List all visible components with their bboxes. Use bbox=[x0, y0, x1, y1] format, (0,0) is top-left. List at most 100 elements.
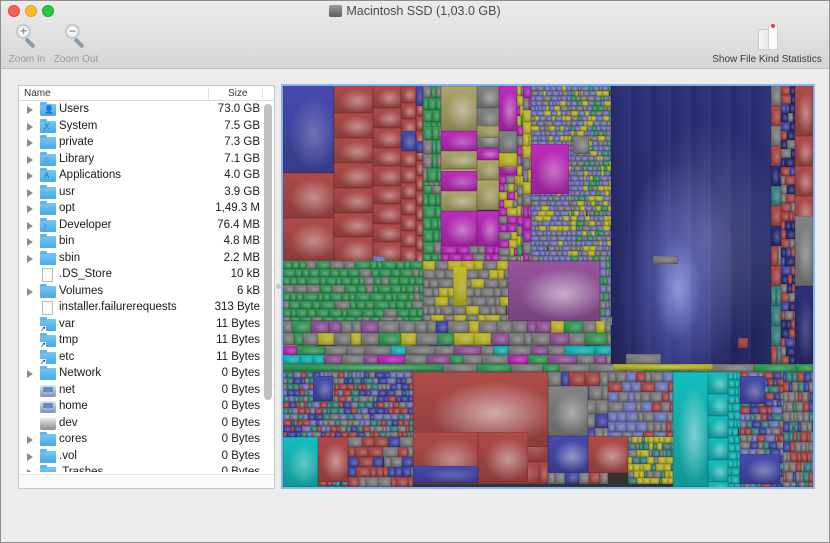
treemap-cell[interactable] bbox=[585, 333, 607, 345]
treemap-cell[interactable] bbox=[783, 442, 790, 452]
treemap-cell[interactable] bbox=[593, 355, 606, 364]
treemap-cell[interactable] bbox=[474, 288, 481, 297]
disclosure-triangle-icon[interactable] bbox=[27, 469, 33, 472]
treemap-cell[interactable] bbox=[303, 293, 318, 301]
treemap-cell[interactable] bbox=[332, 285, 345, 293]
treemap-cell[interactable] bbox=[340, 321, 352, 333]
treemap-cell[interactable] bbox=[622, 402, 637, 412]
treemap-cell[interactable] bbox=[596, 400, 608, 414]
treemap-cell[interactable] bbox=[441, 131, 477, 151]
treemap-cell[interactable] bbox=[635, 372, 645, 382]
treemap-cell[interactable] bbox=[608, 372, 617, 382]
treemap-cell[interactable] bbox=[457, 246, 470, 254]
outline-row-opt[interactable]: opt 1,49.3 M bbox=[19, 201, 262, 218]
treemap-cell[interactable] bbox=[486, 297, 496, 306]
treemap-cell[interactable] bbox=[423, 140, 432, 154]
treemap-cell[interactable] bbox=[401, 199, 416, 215]
treemap-cell[interactable] bbox=[361, 309, 374, 317]
treemap-cell[interactable] bbox=[785, 230, 795, 239]
treemap-cell[interactable] bbox=[348, 477, 359, 487]
treemap-cell[interactable] bbox=[644, 372, 652, 382]
treemap-cell[interactable] bbox=[781, 266, 791, 275]
treemap-cell[interactable] bbox=[423, 242, 435, 254]
treemap-cell[interactable] bbox=[443, 364, 477, 372]
treemap-cell[interactable] bbox=[646, 422, 654, 432]
treemap-cell[interactable] bbox=[728, 380, 735, 388]
treemap-cell[interactable] bbox=[308, 269, 320, 277]
treemap-cell[interactable] bbox=[628, 450, 637, 457]
treemap-cell[interactable] bbox=[423, 297, 435, 306]
treemap-cell[interactable] bbox=[585, 372, 600, 386]
treemap-cell[interactable] bbox=[441, 151, 477, 169]
treemap-cell[interactable] bbox=[423, 110, 433, 122]
treemap-cell[interactable] bbox=[373, 224, 401, 242]
treemap-cell[interactable] bbox=[497, 279, 508, 288]
treemap-cell[interactable] bbox=[401, 333, 417, 345]
treemap-cell[interactable] bbox=[283, 293, 291, 301]
treemap-cell[interactable] bbox=[293, 285, 307, 293]
treemap-cell[interactable] bbox=[508, 261, 600, 321]
treemap-cell[interactable] bbox=[641, 392, 651, 402]
treemap-cell[interactable] bbox=[642, 478, 651, 484]
treemap-cell[interactable] bbox=[382, 261, 396, 269]
treemap-cell[interactable] bbox=[296, 277, 307, 285]
treemap-cell[interactable] bbox=[489, 270, 499, 279]
treemap-cell[interactable] bbox=[416, 161, 423, 176]
treemap-cell[interactable] bbox=[283, 321, 292, 333]
treemap-cell[interactable] bbox=[499, 176, 506, 184]
treemap-cell[interactable] bbox=[416, 191, 423, 206]
treemap-cell[interactable] bbox=[764, 435, 775, 442]
treemap-cell[interactable] bbox=[785, 158, 795, 167]
treemap-cell[interactable] bbox=[482, 355, 509, 364]
treemap-cell[interactable] bbox=[499, 224, 508, 232]
treemap-cell[interactable] bbox=[291, 261, 299, 269]
treemap-cell[interactable] bbox=[334, 213, 373, 237]
treemap-cell[interactable] bbox=[368, 447, 384, 457]
treemap-cell[interactable] bbox=[441, 171, 477, 191]
treemap-cell[interactable] bbox=[401, 151, 416, 167]
treemap-cell[interactable] bbox=[503, 200, 514, 208]
treemap-cell[interactable] bbox=[589, 386, 602, 400]
treemap-cell[interactable] bbox=[781, 86, 790, 95]
treemap-cell[interactable] bbox=[803, 462, 812, 472]
treemap-cell[interactable] bbox=[310, 321, 329, 333]
treemap-cell[interactable] bbox=[477, 148, 499, 160]
disclosure-triangle-icon[interactable] bbox=[27, 370, 33, 378]
treemap-cell[interactable] bbox=[383, 457, 391, 467]
treemap-cell[interactable] bbox=[334, 113, 373, 138]
treemap-cell[interactable] bbox=[373, 86, 401, 108]
treemap-cell[interactable] bbox=[548, 386, 588, 436]
treemap-cell[interactable] bbox=[599, 372, 608, 386]
treemap-cell[interactable] bbox=[573, 136, 589, 154]
treemap-cell[interactable] bbox=[753, 364, 796, 372]
treemap-cell[interactable] bbox=[348, 447, 355, 457]
treemap-cell[interactable] bbox=[781, 149, 791, 158]
treemap-cell[interactable] bbox=[631, 457, 641, 464]
treemap-cell[interactable] bbox=[477, 160, 499, 180]
treemap-cell[interactable] bbox=[320, 301, 335, 309]
treemap-cell[interactable] bbox=[480, 288, 494, 297]
treemap-cell[interactable] bbox=[809, 402, 813, 412]
treemap-cell[interactable] bbox=[317, 333, 335, 345]
treemap-cell[interactable] bbox=[626, 412, 638, 422]
treemap-cell[interactable] bbox=[302, 333, 318, 345]
treemap-cell[interactable] bbox=[759, 428, 767, 435]
treemap-cell[interactable] bbox=[313, 355, 324, 364]
treemap-cell[interactable] bbox=[654, 382, 669, 392]
treemap-cell[interactable] bbox=[771, 246, 778, 266]
treemap-cell[interactable] bbox=[342, 293, 350, 301]
treemap-cell[interactable] bbox=[341, 355, 365, 364]
treemap-cell[interactable] bbox=[523, 182, 531, 194]
treemap-cell[interactable] bbox=[479, 321, 498, 333]
treemap-cell[interactable] bbox=[423, 270, 435, 279]
treemap-cell[interactable] bbox=[407, 293, 415, 301]
treemap-cell[interactable] bbox=[808, 482, 813, 487]
treemap-cell[interactable] bbox=[786, 131, 794, 140]
treemap-cell[interactable] bbox=[377, 321, 399, 333]
outline-scrollbar[interactable] bbox=[264, 104, 272, 400]
treemap-cell[interactable] bbox=[364, 301, 374, 309]
outline-row-developer[interactable]: › Developer 76.4 MB bbox=[19, 217, 262, 235]
treemap-cell[interactable] bbox=[283, 346, 297, 355]
treemap-cell[interactable] bbox=[430, 218, 439, 230]
treemap-cell[interactable] bbox=[731, 468, 740, 476]
